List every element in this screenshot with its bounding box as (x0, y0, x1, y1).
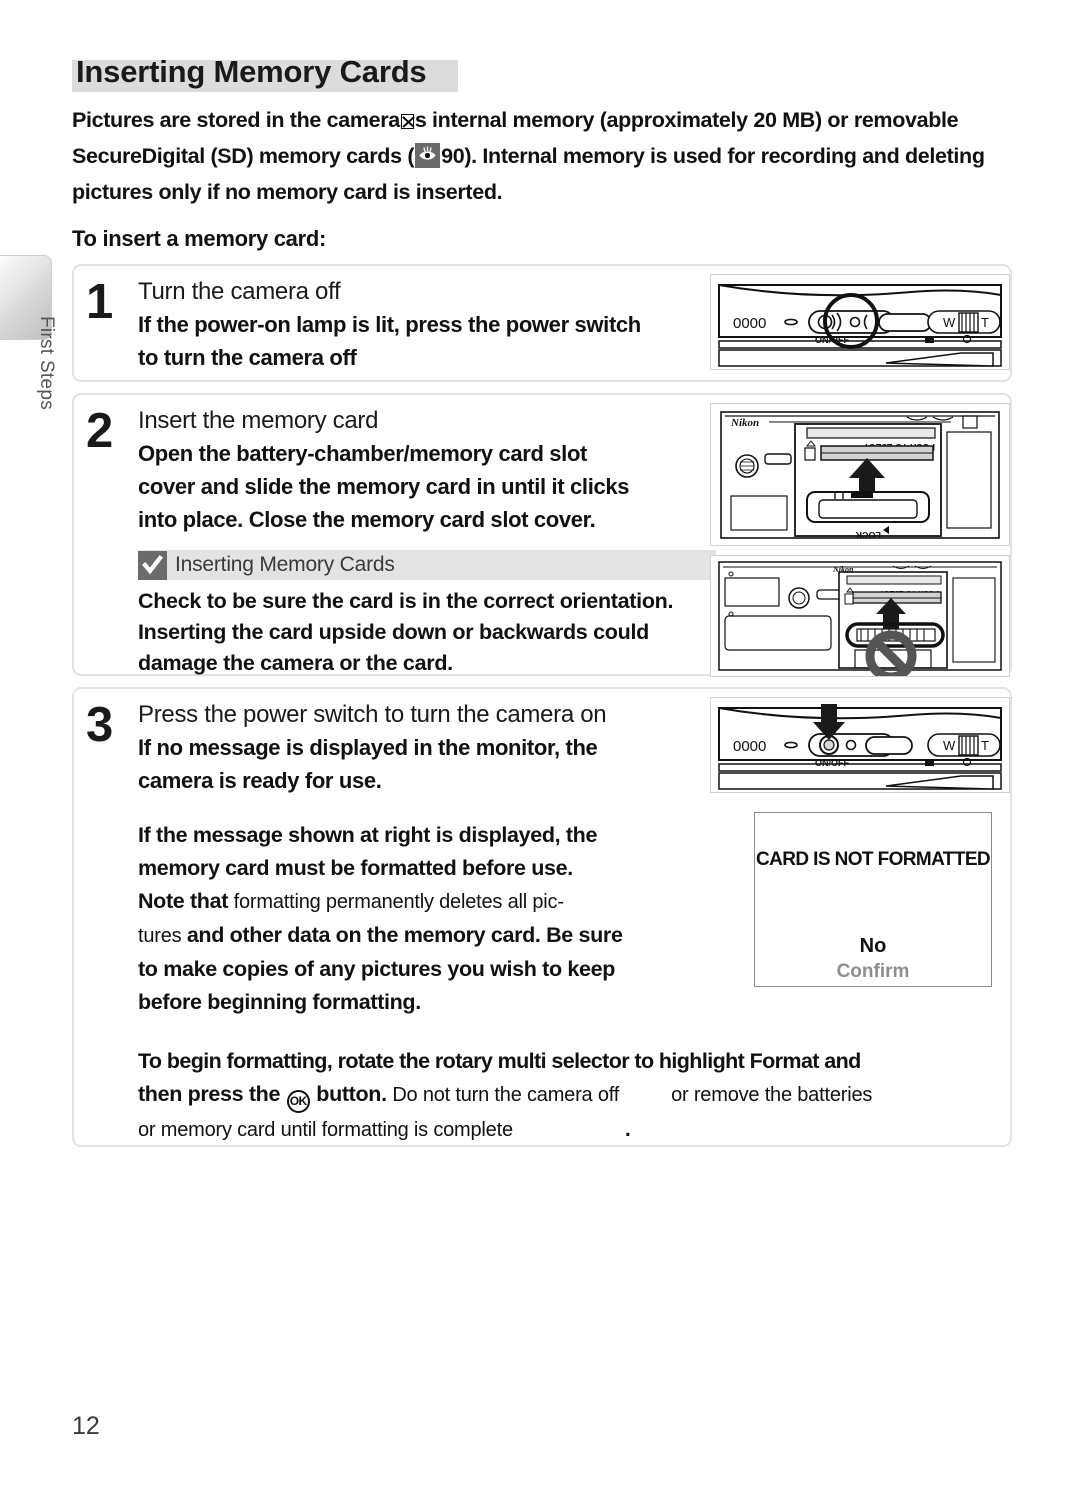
intro-text-c: removable (853, 108, 959, 132)
format-instr-d: then press the (138, 1082, 286, 1106)
section-subheading: To insert a memory card: (72, 226, 327, 251)
camera-monitor-screen: CARD IS NOT FORMATTED No Confirm (754, 812, 992, 987)
caution-header: Inserting Memory Cards (138, 550, 716, 580)
intro-text-a: Pictures are stored in the camera (72, 108, 400, 132)
intro-paragraph: Pictures are stored in the camera s inter… (72, 102, 1016, 210)
page-number: 12 (72, 1412, 100, 1440)
ok-button-icon: OK (286, 1090, 310, 1113)
format-warning-line-6: before beginning formatting. (138, 990, 421, 1014)
page-title-block: Inserting Memory Cards (72, 52, 1012, 98)
note-that-bold: Note that (138, 889, 234, 913)
illustration-camera-top-power-highlight: 0000 ON/OFF W T (710, 274, 1010, 370)
step-box-3: 3 Press the power switch to turn the cam… (72, 687, 1012, 1147)
format-instruction-line-1: To begin formatting, rotate the rotary m… (138, 1045, 1038, 1078)
svg-text:0000: 0000 (733, 738, 766, 755)
svg-text:LOCK: LOCK (855, 530, 881, 540)
svg-text:Nikon: Nikon (730, 417, 759, 429)
intro-text-f: 90). Internal memory is used for (441, 144, 755, 168)
svg-text:T: T (981, 738, 989, 753)
format-instr-e: button. (310, 1082, 393, 1106)
svg-text:T: T (981, 315, 989, 330)
step-box-1: 1 Turn the camera off If the power-on la… (72, 264, 1012, 382)
step-number-1: 1 (86, 275, 114, 329)
svg-text:ON/OFF: ON/OFF (815, 335, 849, 345)
intro-text-b: s internal memory (approximately 20 MB) … (414, 108, 849, 132)
step-number-2: 2 (86, 404, 114, 458)
illustration-camera-top-power-press: 0000 ON/OFF W T (710, 697, 1010, 793)
note-that-light: formatting permanently deletes all pic- (233, 891, 564, 913)
checkmark-icon (138, 550, 167, 580)
caution-line-2: Inserting the card upside down or backwa… (138, 620, 649, 644)
intro-text-d: Secure (72, 144, 142, 168)
intro-text-e: Digital (SD) memory cards ( (141, 144, 415, 168)
format-instr-c: and (818, 1049, 861, 1073)
caution-line-1: Check to be sure the card is in the corr… (138, 589, 674, 613)
svg-text:W: W (943, 315, 956, 330)
page-title: Inserting Memory Cards (76, 54, 427, 89)
format-instr-a: To begin formatting, rotate the rotary m… (138, 1049, 750, 1073)
caution-line-3: damage the camera or the card. (138, 651, 453, 675)
see-reference-eye-icon (415, 143, 441, 168)
monitor-message-text: CARD IS NOT FORMATTED (755, 849, 991, 870)
caution-title: Inserting Memory Cards (175, 553, 395, 576)
missing-glyph-box-icon (400, 114, 414, 129)
format-instruction-paragraph: To begin formatting, rotate the rotary m… (138, 1045, 1038, 1147)
monitor-option-confirm[interactable]: Confirm (755, 961, 991, 983)
format-instruction-line-3: or memory card until formatting is compl… (138, 1113, 1038, 1147)
step-number-3: 3 (86, 698, 114, 752)
tures-light: tures (138, 925, 187, 947)
format-menu-item-label: Format (749, 1049, 820, 1073)
tures-bold: and other data on the memory card. Be su… (186, 923, 623, 947)
svg-text:W: W (943, 738, 956, 753)
illustration-wrong-orientation-prohibited: Nikon PUSH TO EJECT (710, 555, 1010, 677)
step-box-2: 2 Insert the memory card Open the batter… (72, 393, 1012, 692)
format-instruction-line-2: then press the OK button. Do not turn th… (138, 1078, 1038, 1113)
monitor-option-no[interactable]: No (755, 935, 991, 958)
illustration-battery-chamber-insert: Nikon PUSH TO EJECT (710, 403, 1010, 546)
format-instr-g: or remove the batteries (671, 1084, 873, 1106)
svg-text:0000: 0000 (733, 315, 766, 332)
svg-text:ON/OFF: ON/OFF (815, 758, 849, 768)
page-content: Inserting Memory Cards Pictures are stor… (72, 52, 1012, 1158)
format-instr-period: . (624, 1117, 631, 1141)
format-instr-h: or memory card until formatting is compl… (138, 1119, 513, 1141)
chapter-tab-label: First Steps (36, 315, 57, 411)
format-instr-f: Do not turn the camera off (392, 1084, 620, 1106)
